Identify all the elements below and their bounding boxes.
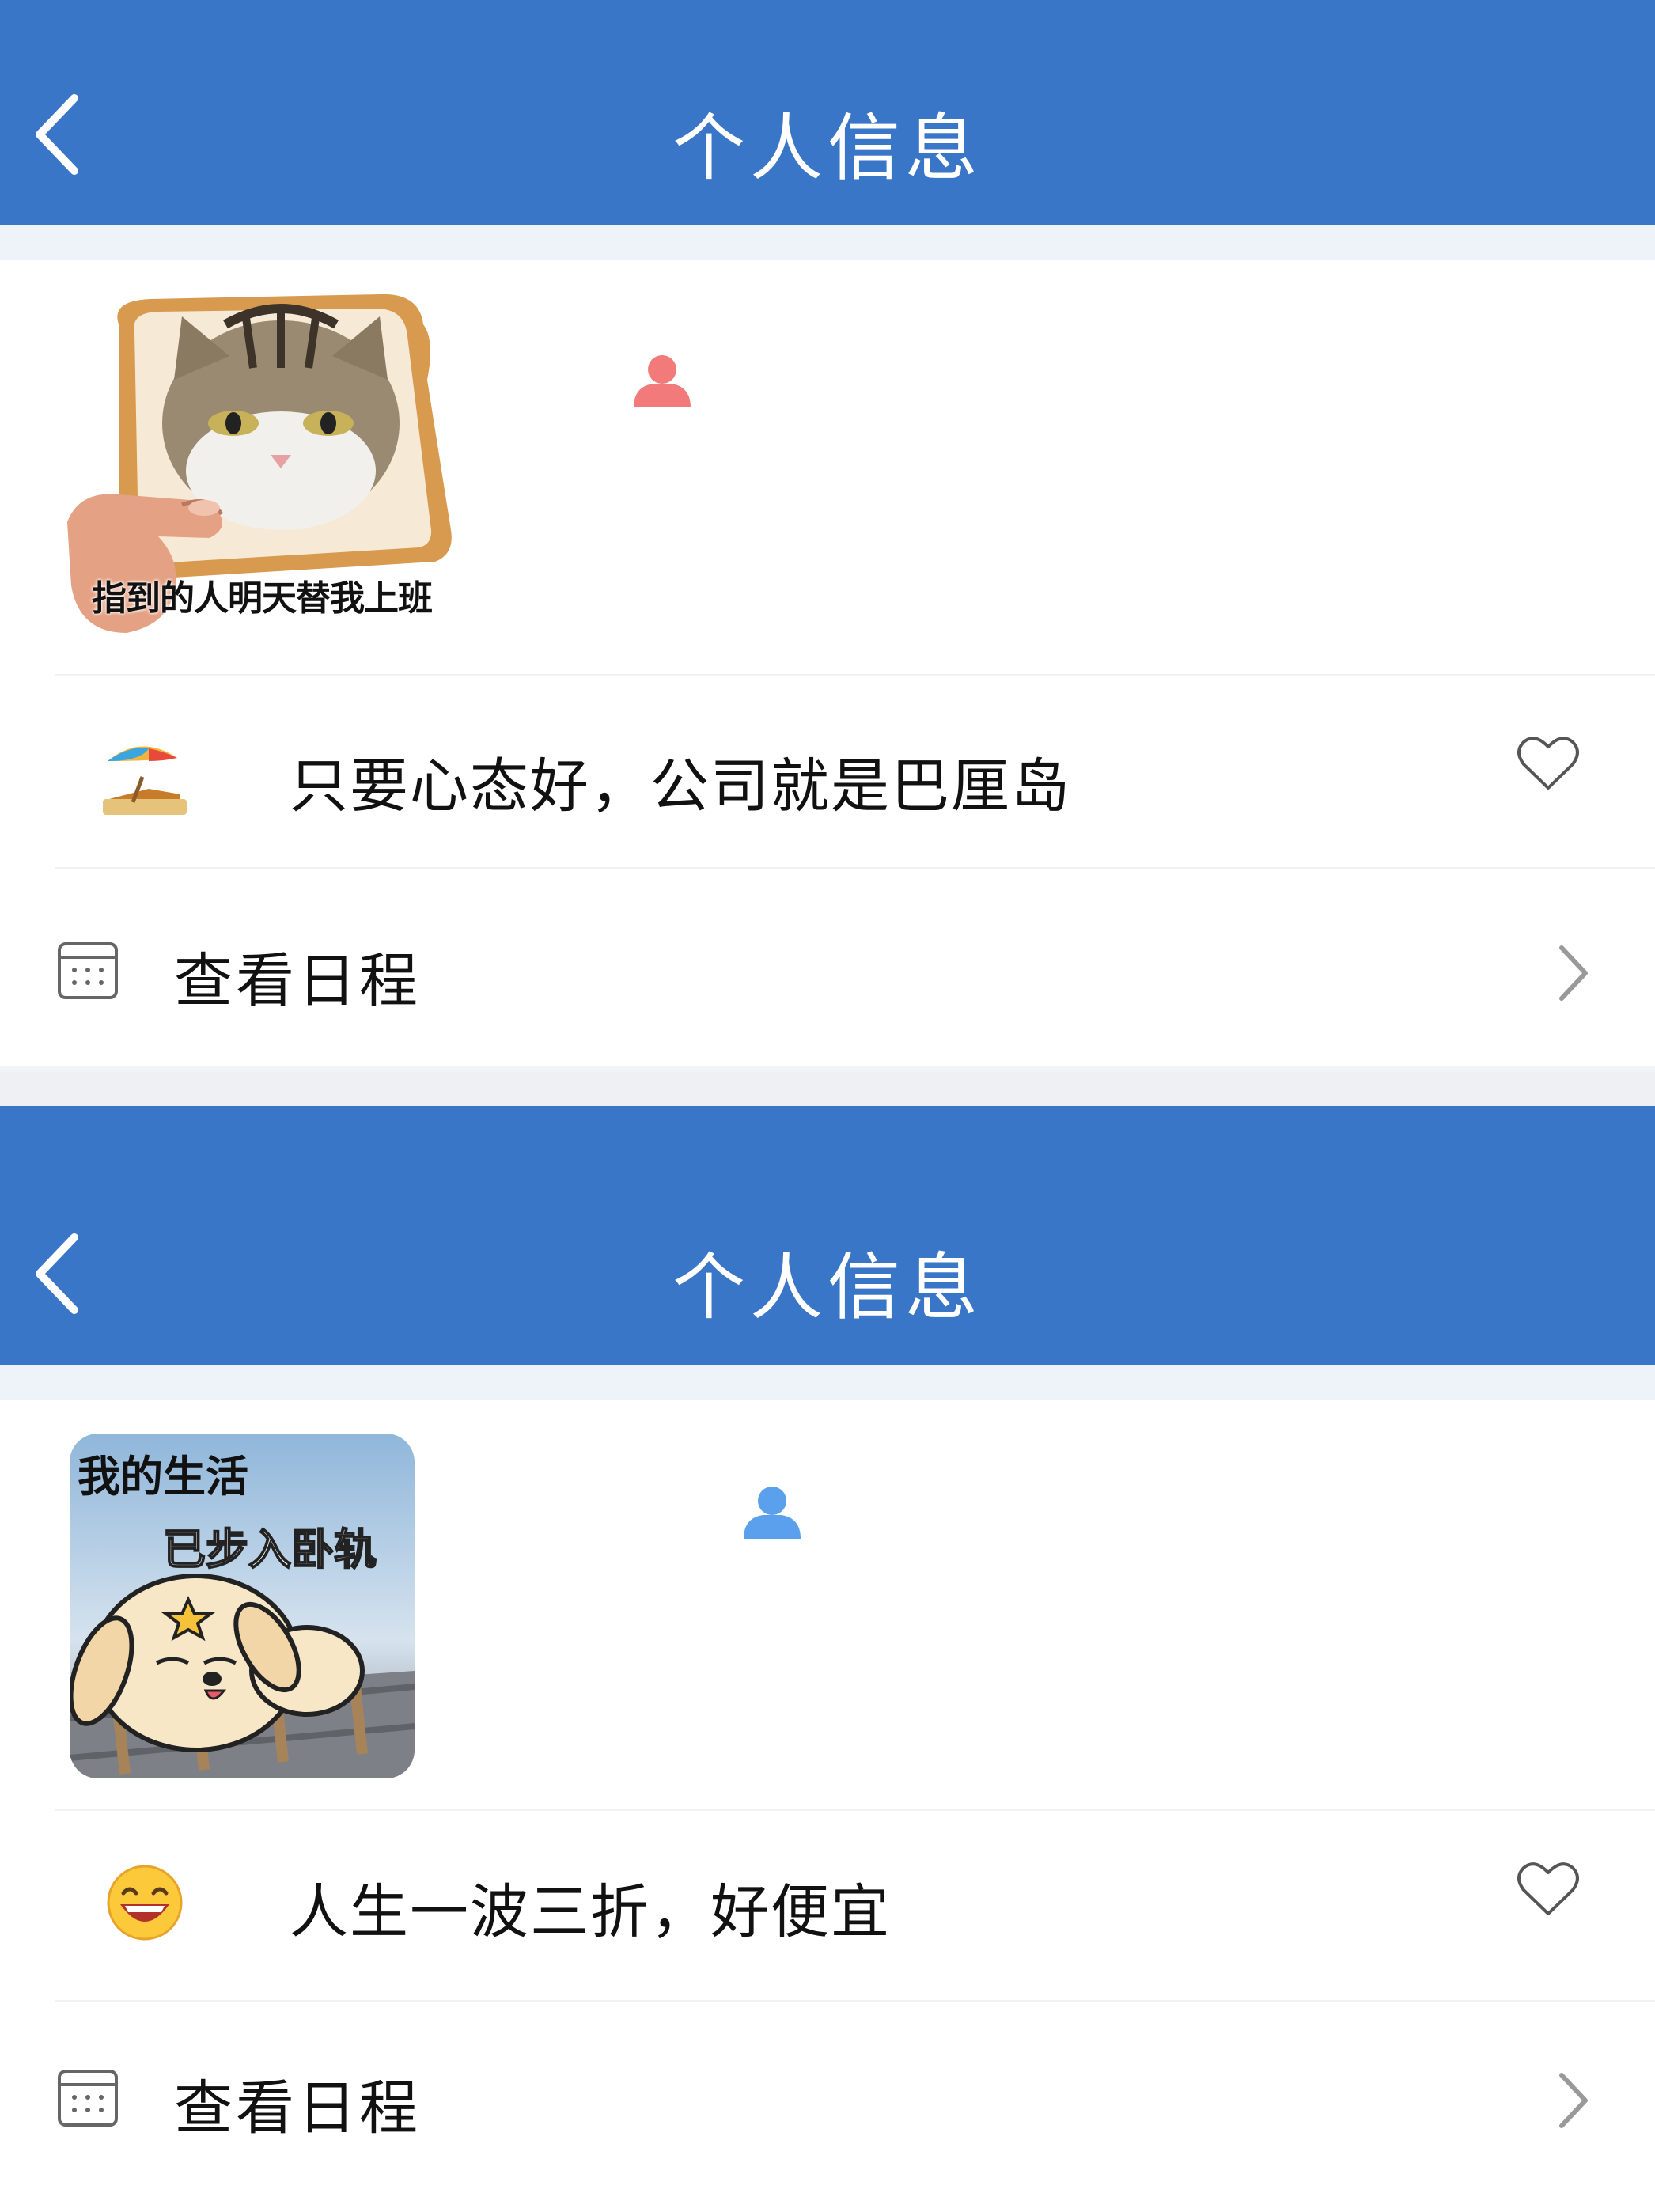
avatar-caption-line2: 已步入卧轨: [162, 1524, 377, 1575]
view-schedule-row[interactable]: 查看日程: [0, 1998, 1655, 2187]
calendar-icon: [58, 942, 118, 999]
profile-panel-1: 个人信息 指到的人明天替我上班 只要心态好，公司就是巴厘岛 查看日程: [0, 0, 1655, 1072]
status-text: 人生一波三折，好便宜: [290, 1878, 891, 1946]
page-title: 个人信息: [672, 1245, 983, 1330]
schedule-label: 查看日程: [174, 2074, 421, 2142]
panel-separator: [0, 1072, 1655, 1106]
view-schedule-row[interactable]: 查看日程: [0, 870, 1655, 1060]
grinning-face-icon: [107, 1865, 183, 1941]
beach-umbrella-icon: [103, 746, 187, 815]
schedule-label: 查看日程: [174, 947, 421, 1015]
calendar-icon: [58, 2070, 118, 2127]
status-text: 只要心态好，公司就是巴厘岛: [290, 752, 1071, 820]
chevron-right-icon: [1559, 2073, 1588, 2128]
page-title: 个人信息: [672, 106, 983, 191]
nav-header: 个人信息: [0, 1106, 1655, 1365]
avatar-caption: 指到的人明天替我上班: [92, 578, 433, 619]
avatar[interactable]: 指到的人明天替我上班: [63, 293, 475, 665]
avatar[interactable]: 我的生活 已步入卧轨: [70, 1434, 415, 1778]
avatar-caption-line1: 我的生活: [78, 1452, 248, 1502]
profile-panel-2: 个人信息 我的生活 已步入卧轨 人生一波三折，好便宜 查看日程: [0, 1106, 1655, 2212]
status-row: 只要心态好，公司就是巴厘岛: [0, 680, 1655, 870]
chevron-right-icon: [1559, 945, 1588, 1001]
heart-outline-icon[interactable]: [1517, 1860, 1579, 1918]
person-icon: [634, 355, 691, 407]
status-row: 人生一波三折，好便宜: [0, 1806, 1655, 1996]
person-icon: [744, 1487, 801, 1539]
heart-outline-icon[interactable]: [1517, 734, 1579, 793]
nav-header: 个人信息: [0, 0, 1655, 225]
